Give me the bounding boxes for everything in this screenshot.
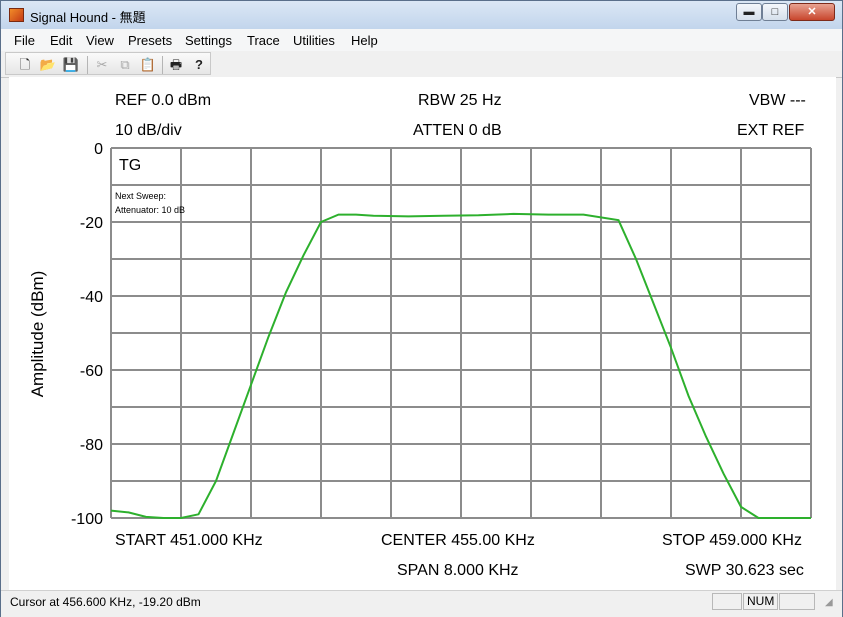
vbw-label: VBW --- xyxy=(749,92,806,109)
resize-grip[interactable]: ◢ xyxy=(825,597,839,611)
status-pane-scroll xyxy=(779,593,815,610)
app-icon xyxy=(9,8,24,22)
menu-file[interactable]: File xyxy=(14,33,35,48)
attenuator-note: Attenuator: 10 dB xyxy=(115,205,186,215)
scale-label: 10 dB/div xyxy=(115,122,182,139)
open-folder-icon[interactable]: 📂 xyxy=(39,56,57,74)
main-window: Signal Hound - 無題 ▬ □ ✕ File Edit View P… xyxy=(0,0,843,617)
y-tick-label: -100 xyxy=(71,511,103,528)
span-label: SPAN 8.000 KHz xyxy=(397,562,519,579)
status-bar: Cursor at 456.600 KHz, -19.20 dBm NUM ◢ xyxy=(1,590,842,617)
menu-presets[interactable]: Presets xyxy=(128,33,172,48)
window-title: Signal Hound - 無題 xyxy=(30,10,146,25)
analyzer-display[interactable]: 0 -20 -40 -60 -80 -100 Amplitude (dBm) REF 0.… xyxy=(9,77,836,590)
stop-freq-label: STOP 459.000 KHz xyxy=(662,532,802,549)
y-tick-label: -80 xyxy=(80,437,103,454)
menu-help[interactable]: Help xyxy=(351,33,378,48)
y-axis-label: Amplitude (dBm) xyxy=(28,271,47,398)
menu-edit[interactable]: Edit xyxy=(50,33,72,48)
menu-bar: File Edit View Presets Settings Trace Ut… xyxy=(1,29,842,51)
num-lock-indicator: NUM xyxy=(743,593,778,610)
paste-icon[interactable]: 📋 xyxy=(139,56,157,74)
y-axis-ticks: 0 -20 -40 -60 -80 -100 xyxy=(71,141,103,528)
maximize-button[interactable]: □ xyxy=(762,3,788,21)
atten-label: ATTEN 0 dB xyxy=(413,122,502,139)
toolbar-separator xyxy=(162,56,163,74)
sweep-time-label: SWP 30.623 sec xyxy=(685,562,804,579)
toolbar: 🗋 📂 💾 ✂ ⧉ 📋 🖶 ? xyxy=(1,51,842,78)
center-freq-label: CENTER 455.00 KHz xyxy=(381,532,535,549)
y-tick-label: -60 xyxy=(80,363,103,380)
copy-icon[interactable]: ⧉ xyxy=(116,56,134,74)
next-sweep-label: Next Sweep: xyxy=(115,191,167,201)
plot-grid xyxy=(110,147,812,519)
cut-icon[interactable]: ✂ xyxy=(93,56,111,74)
new-file-icon[interactable]: 🗋 xyxy=(16,56,34,74)
ref-level-label: REF 0.0 dBm xyxy=(115,92,212,109)
y-tick-label: -20 xyxy=(80,215,103,232)
status-pane-caps xyxy=(712,593,742,610)
minimize-button[interactable]: ▬ xyxy=(736,3,762,21)
title-bar[interactable]: Signal Hound - 無題 ▬ □ ✕ xyxy=(1,1,842,29)
menu-utilities[interactable]: Utilities xyxy=(293,33,335,48)
toolbar-strip: 🗋 📂 💾 ✂ ⧉ 📋 🖶 ? xyxy=(5,52,211,75)
y-tick-label: 0 xyxy=(94,141,103,158)
menu-view[interactable]: View xyxy=(86,33,114,48)
ext-ref-label: EXT REF xyxy=(737,122,805,139)
menu-trace[interactable]: Trace xyxy=(247,33,280,48)
menu-settings[interactable]: Settings xyxy=(185,33,232,48)
start-freq-label: START 451.000 KHz xyxy=(115,532,263,549)
spectrum-plot[interactable]: 0 -20 -40 -60 -80 -100 Amplitude (dBm) xyxy=(9,77,836,590)
cursor-readout: Cursor at 456.600 KHz, -19.20 dBm xyxy=(10,595,201,609)
rbw-label: RBW 25 Hz xyxy=(418,92,502,109)
save-icon[interactable]: 💾 xyxy=(62,56,80,74)
help-icon[interactable]: ? xyxy=(190,56,208,74)
toolbar-separator xyxy=(87,56,88,74)
tg-label: TG xyxy=(119,157,142,174)
y-tick-label: -40 xyxy=(80,289,103,306)
print-icon[interactable]: 🖶 xyxy=(167,56,185,74)
close-button[interactable]: ✕ xyxy=(789,3,835,21)
